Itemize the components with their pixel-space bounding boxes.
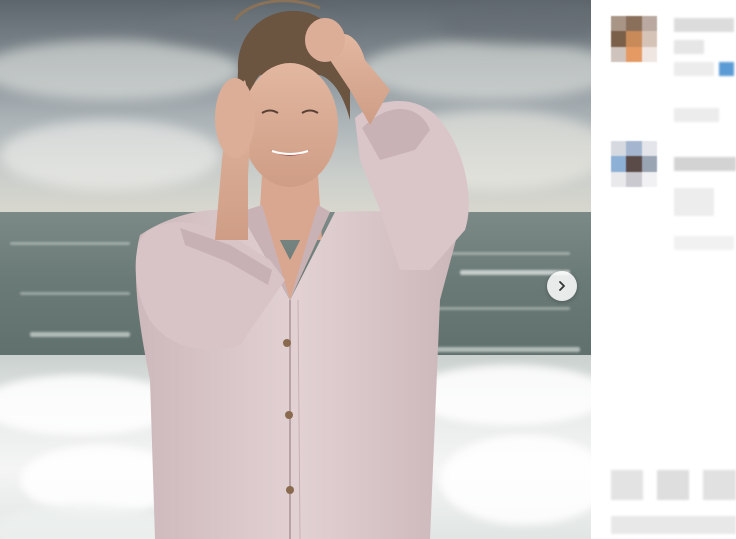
avatar[interactable] bbox=[611, 141, 657, 187]
username-placeholder bbox=[674, 18, 734, 32]
carousel-next-button[interactable] bbox=[547, 271, 577, 301]
post-photo[interactable] bbox=[0, 0, 591, 539]
person bbox=[135, 0, 469, 539]
avatar[interactable] bbox=[611, 16, 657, 62]
chevron-right-icon bbox=[559, 281, 565, 291]
sidebar-blurred bbox=[591, 0, 736, 539]
follow-link-placeholder[interactable] bbox=[719, 62, 734, 76]
